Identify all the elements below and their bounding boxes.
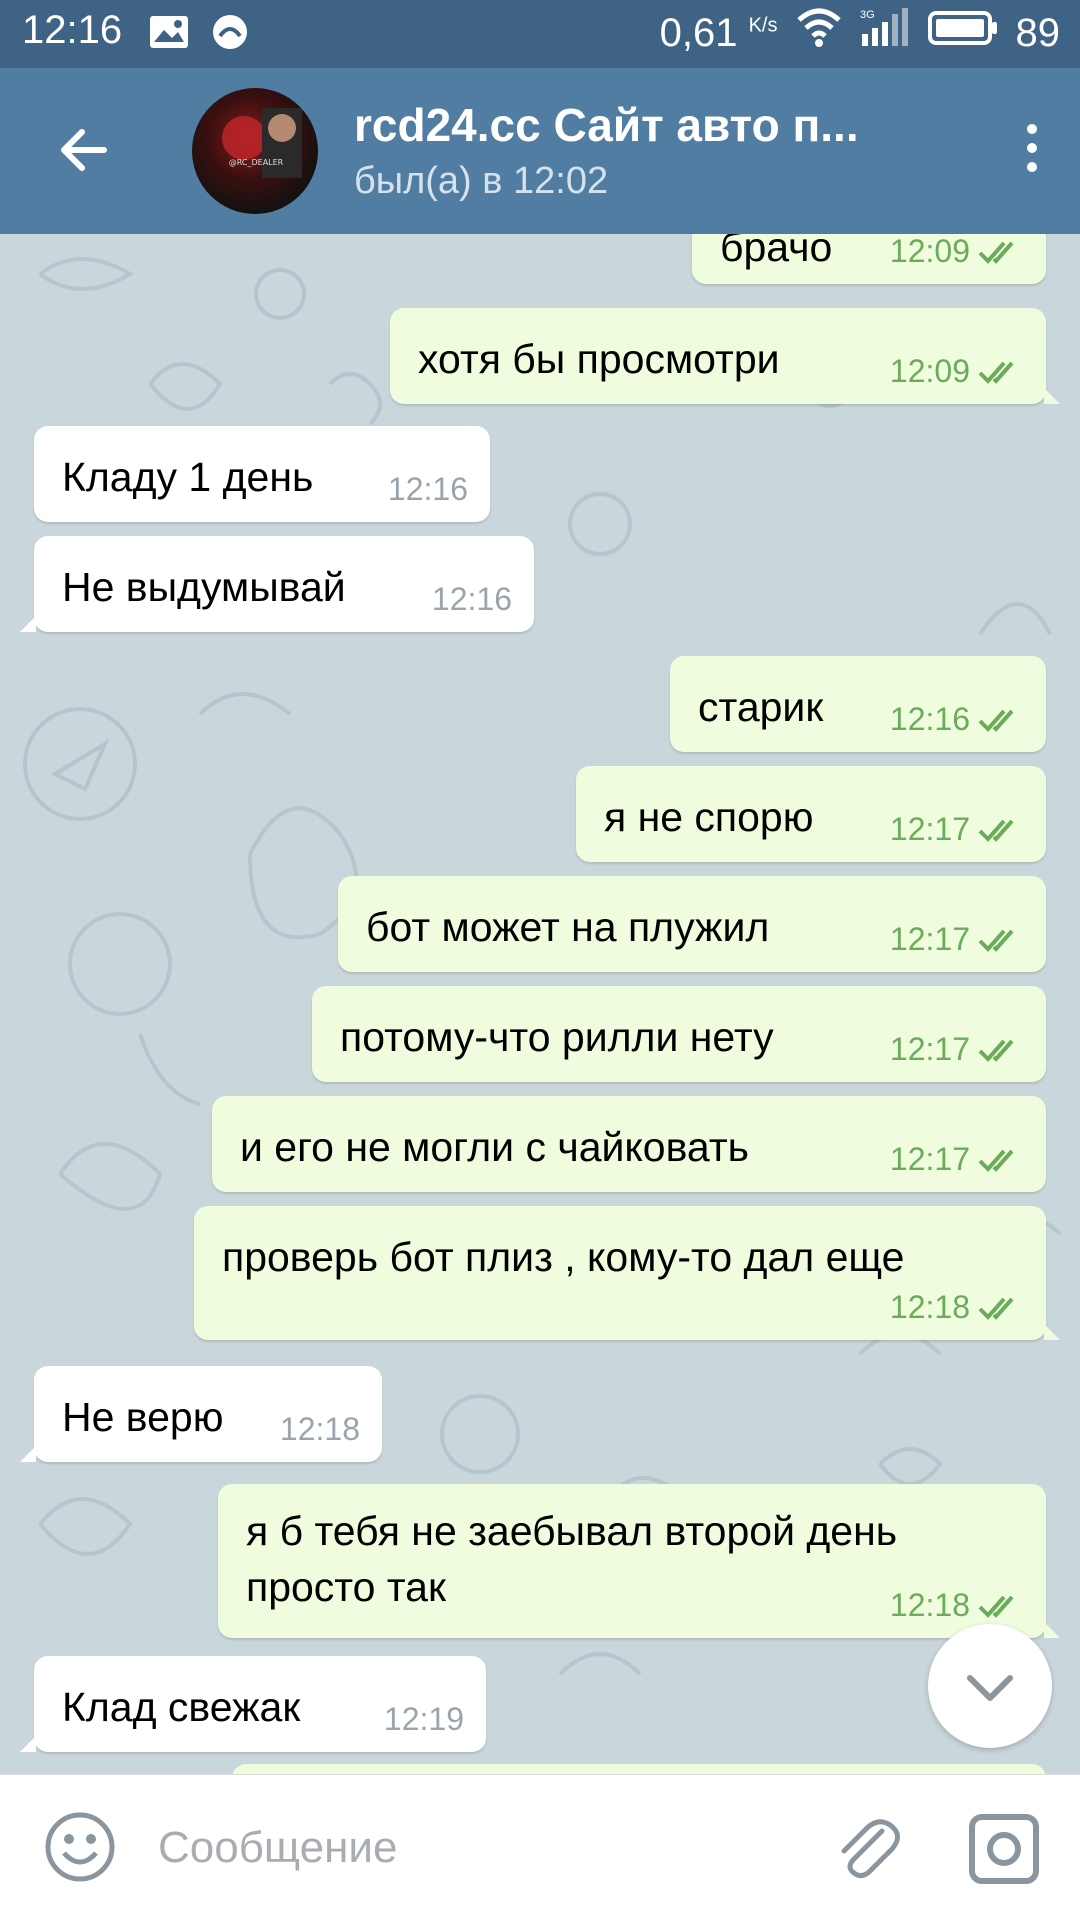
double-check-icon xyxy=(978,1297,1014,1320)
chevron-down-icon xyxy=(967,1675,1013,1701)
message-meta: 12:09 xyxy=(890,353,1024,390)
status-bar: 12:16 0,61 K/s 3G 89 xyxy=(0,0,1080,68)
message-incoming[interactable]: Кладу 1 день 12:16 xyxy=(34,426,490,522)
wifi-icon xyxy=(796,8,842,58)
message-text: Клад свежак xyxy=(62,1684,301,1730)
message-meta: 12:19 xyxy=(384,1701,464,1738)
net-speed-unit: K/s xyxy=(748,14,778,37)
message-list[interactable]: брачо 12:09 хотя бы просмотри 12:09 Клад… xyxy=(0,234,1080,1774)
message-meta: 12:16 xyxy=(432,581,512,618)
message-text: Кладу 1 день xyxy=(62,454,314,500)
paperclip-icon[interactable] xyxy=(826,1809,906,1889)
double-check-icon xyxy=(978,819,1014,842)
svg-text:3G: 3G xyxy=(860,9,875,21)
message-text: бот может на плужил xyxy=(366,904,770,950)
message-time: 12:17 xyxy=(889,1031,970,1067)
avatar-handle: @RC_DEALER xyxy=(228,158,284,167)
message-meta: 12:18 xyxy=(280,1411,360,1448)
message-incoming[interactable]: Клад свежак 12:19 xyxy=(20,1656,486,1752)
message-text-line-2: просто так xyxy=(246,1564,446,1610)
message-time: 12:17 xyxy=(889,1141,970,1177)
message-text: брачо xyxy=(720,234,833,270)
back-arrow-icon[interactable] xyxy=(54,120,114,180)
message-text: старик xyxy=(698,684,824,730)
double-check-icon xyxy=(978,929,1014,952)
battery-icon xyxy=(927,10,998,56)
message-meta: 12:18 xyxy=(890,1289,1024,1326)
message-text: Не выдумывай xyxy=(62,564,346,610)
message-time: 12:18 xyxy=(889,1587,970,1623)
message-meta: 12:17 xyxy=(890,1141,1024,1178)
message-text: потому-что рилли нету xyxy=(340,1014,774,1060)
message-outgoing[interactable]: хотя бы просмотри 12:09 xyxy=(390,308,1060,404)
message-time: 12:19 xyxy=(383,1701,464,1737)
double-check-icon xyxy=(978,1039,1014,1062)
double-check-icon xyxy=(978,361,1014,384)
message-text: и его не могли с чайковать xyxy=(240,1124,749,1170)
contact-avatar[interactable]: @RC_DEALER xyxy=(192,88,318,214)
status-right-group: 0,61 K/s 3G 89 xyxy=(660,8,1060,58)
message-meta: 12:17 xyxy=(890,921,1024,958)
chat-title[interactable]: rcd24.cc Сайт авто п... xyxy=(354,98,859,152)
message-outgoing[interactable]: проверь бот плиз , кому-то дал еще 12:18 xyxy=(194,1206,1060,1340)
double-check-icon xyxy=(978,1149,1014,1172)
scroll-to-bottom-button[interactable] xyxy=(928,1624,1052,1748)
chat-notification-icon xyxy=(210,14,250,57)
message-text: я не спорю xyxy=(604,794,814,840)
message-outgoing[interactable]: бот может на плужил 12:17 xyxy=(338,876,1046,972)
message-time: 12:16 xyxy=(431,581,512,617)
message-outgoing-partial[interactable] xyxy=(232,1764,1046,1774)
message-time: 12:16 xyxy=(889,701,970,737)
message-time: 12:09 xyxy=(889,234,970,269)
gallery-notification-icon xyxy=(148,14,190,55)
more-menu-icon[interactable] xyxy=(1024,124,1040,180)
message-outgoing[interactable]: я б тебя не заебывал второй день просто … xyxy=(218,1484,1060,1638)
message-outgoing[interactable]: старик 12:16 xyxy=(670,656,1046,752)
cellular-signal-icon: 3G xyxy=(860,8,910,58)
double-check-icon xyxy=(978,1595,1014,1618)
message-outgoing[interactable]: и его не могли с чайковать 12:17 xyxy=(212,1096,1046,1192)
message-meta: 12:16 xyxy=(890,701,1024,738)
message-meta: 12:18 xyxy=(890,1587,1024,1624)
message-incoming[interactable]: Не выдумывай 12:16 xyxy=(20,536,534,632)
message-text: проверь бот плиз , кому-то дал еще xyxy=(222,1234,905,1280)
net-speed-value: 0,61 xyxy=(659,10,738,55)
composer-bar xyxy=(0,1774,1080,1921)
chat-header: @RC_DEALER rcd24.cc Сайт авто п... был(а… xyxy=(0,68,1080,234)
message-text-line-1: я б тебя не заебывал второй день xyxy=(246,1508,898,1554)
message-meta: 12:09 xyxy=(890,234,1024,270)
message-meta: 12:16 xyxy=(388,471,468,508)
message-time: 12:18 xyxy=(889,1289,970,1325)
message-input[interactable] xyxy=(156,1805,800,1891)
message-outgoing[interactable]: потому-что рилли нету 12:17 xyxy=(312,986,1046,1082)
message-time: 12:17 xyxy=(889,921,970,957)
double-check-icon xyxy=(978,709,1014,732)
double-check-icon xyxy=(978,241,1014,264)
message-time: 12:09 xyxy=(889,353,970,389)
message-time: 12:18 xyxy=(279,1411,360,1447)
battery-level: 89 xyxy=(1015,10,1061,55)
message-text: Не верю xyxy=(62,1394,224,1440)
message-time: 12:16 xyxy=(387,471,468,507)
message-time: 12:17 xyxy=(889,811,970,847)
message-text: хотя бы просмотри xyxy=(418,336,780,382)
emoji-icon[interactable] xyxy=(44,1811,116,1883)
message-outgoing[interactable]: брачо 12:09 xyxy=(692,234,1046,284)
message-incoming[interactable]: Не верю 12:18 xyxy=(20,1366,382,1462)
message-meta: 12:17 xyxy=(890,811,1024,848)
camera-icon[interactable] xyxy=(964,1809,1044,1889)
net-speed: 0,61 K/s xyxy=(660,11,778,56)
message-outgoing[interactable]: я не спорю 12:17 xyxy=(576,766,1046,862)
status-time: 12:16 xyxy=(22,8,123,52)
message-meta: 12:17 xyxy=(890,1031,1024,1068)
last-seen-status: был(а) в 12:02 xyxy=(354,160,609,202)
